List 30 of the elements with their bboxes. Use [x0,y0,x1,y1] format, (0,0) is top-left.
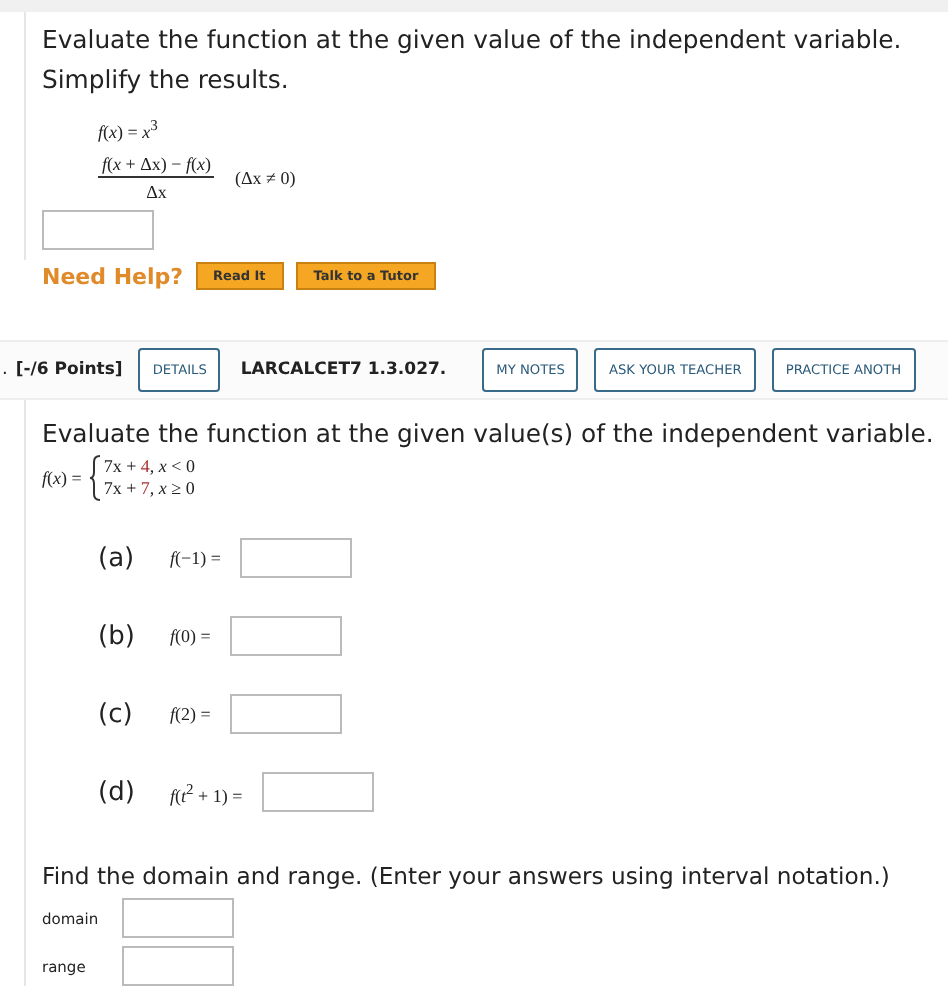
part-label: (d) [98,777,137,807]
part-label: (b) [98,621,137,651]
part-expression: f(−1) = [170,548,221,568]
fraction-denominator: Δx [146,180,167,202]
question-number: . [2,360,8,380]
answer-box[interactable] [262,772,375,812]
part-expression: f(0) = [170,626,211,646]
fraction-numerator: f(x + Δx) − f(x) [98,154,215,178]
answer-box[interactable] [240,538,353,578]
answer-box[interactable] [122,946,234,986]
part-expression: f(2) = [170,704,211,724]
points-label: [-/6 Points] [15,360,123,380]
piece-formula: 7x + 7, x ≥ 0 [103,478,195,500]
function-formula: f(x) = x$^{3}$ [98,122,158,142]
answer-box[interactable] [230,616,343,656]
brace-icon [87,454,102,502]
answer-box[interactable] [122,898,234,938]
part-label: (a) [98,543,137,573]
question-text: Find the domain and range. (Enter your answers using interval notation.) [42,862,892,890]
question-text: Evaluate the function at the given value of the independent variable. Simplify the results. [42,22,904,98]
function-name: f(x) = [42,468,82,488]
need-help-label: Need Help? [42,263,184,289]
answer-box[interactable] [42,210,154,250]
part-expression: f(t$^{2}$ + 1) = [170,779,243,805]
answer-box[interactable] [230,694,343,734]
part-label: (c) [98,699,135,729]
question-text: Evaluate the function at the given value(s) of the independent variable. [42,416,936,452]
piece-formula: 7x + 4, x < 0 [103,456,195,478]
reference-label: LARCALCET7 1.3.027. [240,360,447,380]
condition-text: (Δx ≠ 0) [234,168,296,188]
